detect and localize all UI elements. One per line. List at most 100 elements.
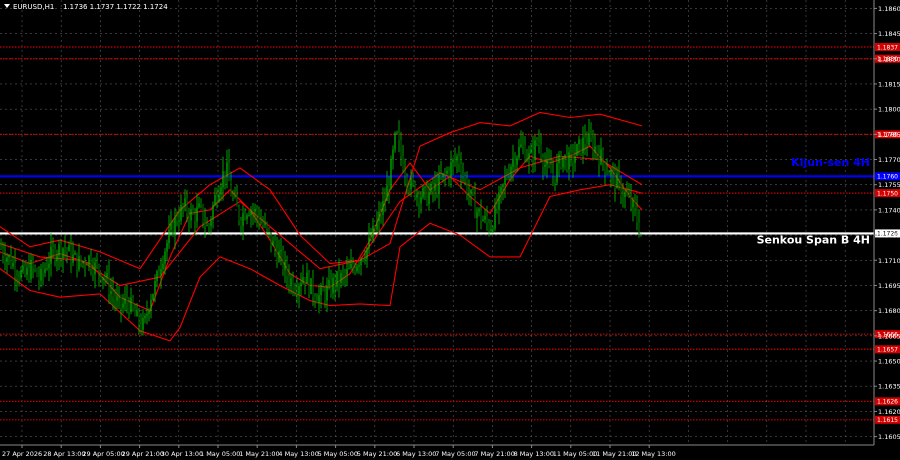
candle-body [302,277,304,284]
candle-body [410,177,412,190]
candle-body [310,278,312,294]
y-tick-label: 1.1680 [878,307,900,315]
chart-ohlc: 1.1736 1.1737 1.1722 1.1724 [63,3,168,11]
candle-body [210,219,212,227]
x-tick-label: 28 Apr 13:00 [43,450,85,458]
candle-body [380,212,382,215]
x-tick-label: 7 May 21:00 [474,450,514,458]
candle-body [346,268,348,275]
level-price-label: 1.1615 [877,417,898,424]
x-tick-label: 11 May 05:00 [553,450,598,458]
candle-body [640,233,642,235]
candle-body [522,144,524,146]
candle-body [626,192,628,195]
candle-body [504,176,506,185]
candle-body [282,250,284,270]
candle-body [548,160,550,165]
candle-body [512,158,514,167]
candle-body [108,273,110,294]
candle-body [22,266,24,271]
candle-body [306,272,308,284]
candle-body [76,252,78,270]
candle-body [474,194,476,218]
candle-body [536,140,538,143]
candle-body [374,225,376,230]
candle-body [134,308,136,317]
candle-body [422,187,424,198]
candle-body [606,172,608,174]
candle-body [300,283,302,287]
x-tick-label: 12 May 13:00 [631,450,676,458]
candle-body [314,296,316,301]
candle-body [94,262,96,275]
level-price-label: 1.1750 [877,190,898,197]
candle-body [222,171,224,188]
candle-body [158,271,160,276]
candle-body [114,296,116,301]
candle-body [496,204,498,210]
y-tick-label: 1.1695 [878,282,900,290]
candle-body [384,200,386,202]
candle-body [116,296,118,301]
candle-body [518,146,520,158]
candle-body [144,315,146,319]
candle-body [604,161,606,173]
candle-body [88,255,90,266]
candle-body [296,292,298,295]
candle-body [242,213,244,226]
candle-body [622,196,624,198]
candle-body [494,204,496,229]
candle-body [234,195,236,197]
candle-body [166,243,168,252]
candle-body [284,261,286,270]
candle-body [568,152,570,170]
candle-body [354,267,356,272]
candle-body [432,183,434,191]
candle-body [160,268,162,276]
candle-body [588,133,590,146]
candle-body [476,211,478,218]
candle-body [148,310,150,315]
candle-body [246,215,248,220]
candle-body [90,255,92,270]
candle-body [126,298,128,303]
x-tick-label: 29 Apr 21:00 [122,450,164,458]
candle-body [196,207,198,222]
candle-body [268,228,270,233]
y-tick-label: 1.1725 [878,232,900,240]
candle-body [538,142,540,145]
candle-body [376,220,378,230]
candle-body [546,160,548,165]
candle-body [138,310,140,325]
candle-body [118,295,120,297]
candle-body [556,163,558,183]
candle-body [598,153,600,165]
candle-body [224,171,226,177]
candle-body [490,229,492,231]
candle-body [352,263,354,268]
candle-body [274,240,276,249]
candle-body [84,261,86,265]
x-tick-label: 4 May 13:00 [278,450,318,458]
candle-body [510,166,512,177]
y-tick-label: 1.1755 [878,181,900,189]
candle-body [418,194,420,204]
candle-body [50,247,52,264]
candle-body [172,222,174,235]
y-tick-label: 1.1665 [878,332,900,340]
y-tick-label: 1.1710 [878,257,900,265]
candle-body [206,225,208,227]
candle-body [288,276,290,285]
candle-body [516,157,518,165]
candle-body [112,291,114,297]
candle-body [4,255,6,262]
candle-body [610,170,612,176]
level-price-label: 1.1626 [877,399,898,406]
candle-body [392,149,394,160]
candle-body [70,245,72,263]
x-tick-label: 1 May 21:00 [239,450,279,458]
candle-body [594,146,596,153]
candle-body [52,247,54,250]
candle-body [372,225,374,240]
candle-body [8,255,10,258]
